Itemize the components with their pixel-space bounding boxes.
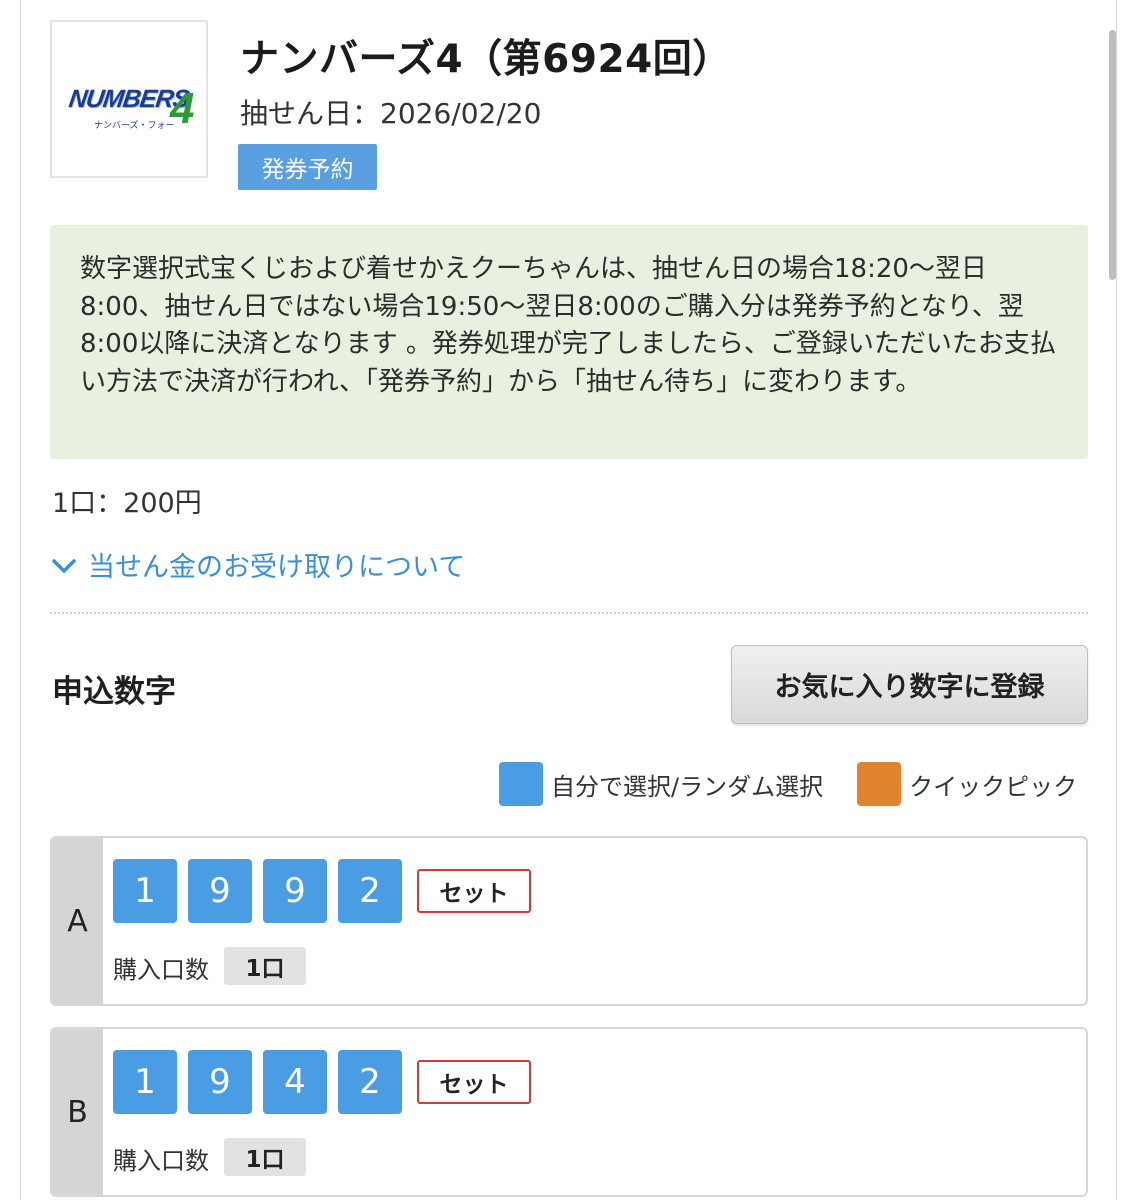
entry-letter: A	[52, 838, 103, 1004]
entry-card-b: B 1 9 4 2 セット 購入口数 1口	[50, 1027, 1088, 1197]
scrollbar[interactable]	[1109, 30, 1116, 280]
digit-box: 1	[113, 859, 177, 923]
entry-digits: 1 9 9 2	[113, 859, 402, 923]
legend: 自分で選択/ランダム選択 クイックピック	[499, 762, 1077, 806]
digit-box: 9	[188, 859, 252, 923]
status-badge: 発券予約	[238, 144, 377, 190]
quantity-label: 購入口数	[113, 1147, 209, 1175]
prize-info-label: 当せん金のお受け取りについて	[88, 552, 466, 583]
section-title: 申込数字	[52, 674, 176, 710]
divider	[50, 612, 1088, 614]
page-title: ナンバーズ4（第6924回）	[240, 37, 732, 82]
type-badge: セット	[417, 1060, 531, 1104]
draw-date: 抽せん日：2026/02/20	[240, 97, 542, 130]
numbers4-logo: NUMBERS 4 ナンバーズ・フォー	[50, 20, 208, 178]
quantity-label: 購入口数	[113, 956, 209, 984]
add-favorite-button[interactable]: お気に入り数字に登録	[731, 645, 1088, 724]
prize-info-toggle[interactable]: 当せん金のお受け取りについて	[50, 545, 465, 584]
entry-letter: B	[52, 1029, 103, 1195]
purchase-notice: 数字選択式宝くじおよび着せかえクーちゃんは、抽せん日の場合18:20〜翌日8:0…	[50, 225, 1088, 459]
chevron-down-icon	[52, 558, 76, 573]
logo-subtext: ナンバーズ・フォー	[94, 121, 175, 131]
digit-box: 2	[338, 859, 402, 923]
digit-box: 9	[263, 859, 327, 923]
digit-box: 4	[263, 1050, 327, 1114]
manual-select-swatch	[499, 762, 543, 806]
legend-manual-label: 自分で選択/ランダム選択	[551, 772, 824, 801]
unit-price: 1口：200円	[52, 488, 202, 519]
digit-box: 9	[188, 1050, 252, 1114]
quantity-value: 1口	[224, 1138, 306, 1176]
digit-box: 2	[338, 1050, 402, 1114]
legend-quick-label: クイックピック	[909, 772, 1078, 801]
type-badge: セット	[417, 869, 531, 913]
entry-card-a: A 1 9 9 2 セット 購入口数 1口	[50, 836, 1088, 1006]
quantity-value: 1口	[224, 947, 306, 985]
digit-box: 1	[113, 1050, 177, 1114]
entry-digits: 1 9 4 2	[113, 1050, 402, 1114]
lottery-header: NUMBERS 4 ナンバーズ・フォー ナンバーズ4（第6924回） 抽せん日：…	[50, 20, 1090, 190]
quick-pick-swatch	[857, 762, 902, 806]
